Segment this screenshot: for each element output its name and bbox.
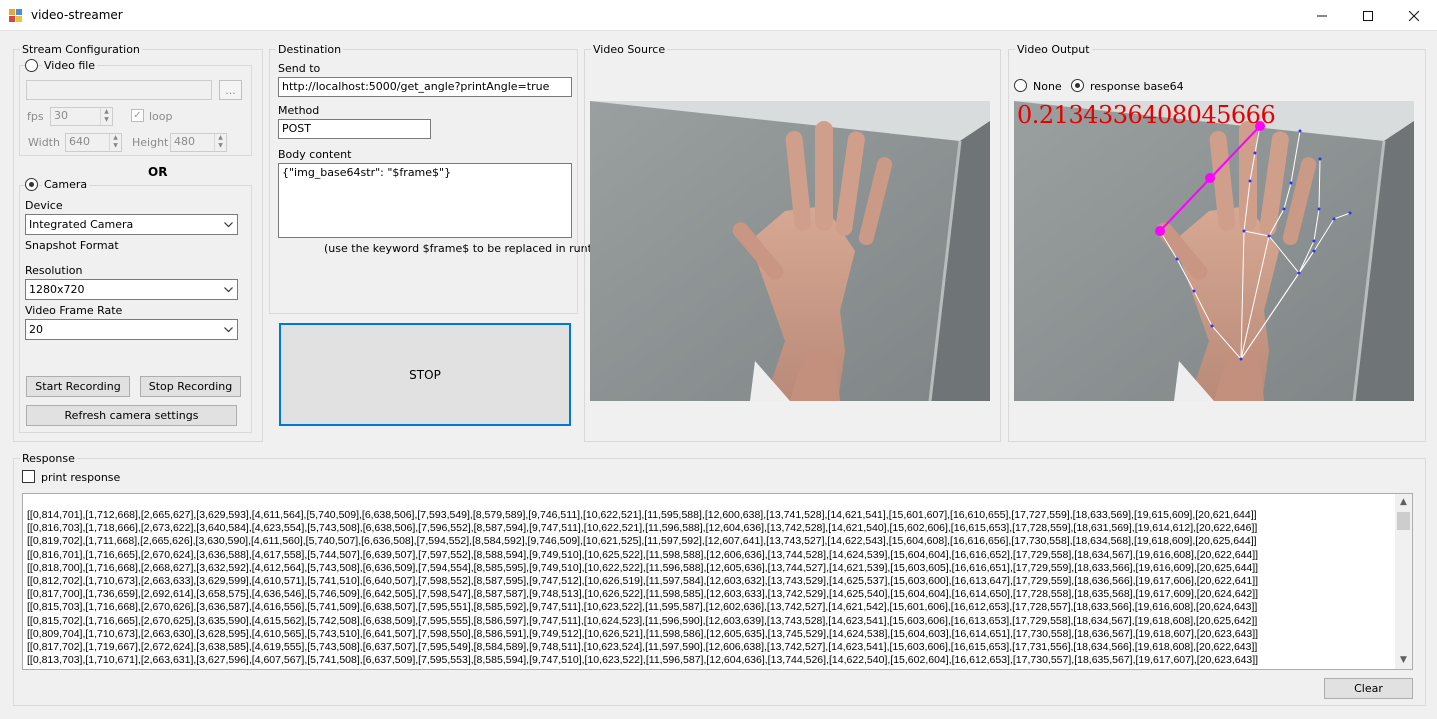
response-line: [[0,815,703],[1,716,668],[2,670,626],[3,…	[27, 601, 1258, 614]
device-label: Device	[25, 199, 63, 212]
minimize-button[interactable]	[1299, 0, 1345, 31]
snapshot-format-label: Snapshot Format	[25, 239, 119, 252]
angle-overlay-text: 0.2134336408045666	[1017, 101, 1276, 129]
width-spinner[interactable]: 640 ▲ ▼	[65, 133, 122, 152]
video-file-path-input[interactable]	[26, 80, 212, 100]
resolution-dropdown[interactable]: 1280x720	[25, 279, 238, 300]
minimize-icon	[1317, 15, 1327, 16]
print-response-label: print response	[41, 471, 121, 484]
width-spin-arrows-icon[interactable]: ▲ ▼	[109, 134, 121, 151]
height-spin-arrows-icon[interactable]: ▲ ▼	[214, 134, 226, 151]
loop-label: loop	[149, 110, 173, 123]
output-response-radio[interactable]	[1071, 79, 1084, 92]
response-line: [[0,812,702],[1,710,673],[2,663,633],[3,…	[27, 575, 1259, 588]
stop-recording-button[interactable]: Stop Recording	[140, 376, 241, 397]
maximize-icon	[1363, 10, 1373, 21]
camera-label: Camera	[42, 178, 90, 191]
width-label: Width	[28, 136, 60, 149]
frame-rate-dropdown[interactable]: 20	[25, 319, 238, 340]
response-lines: [[0,814,701],[1,712,668],[2,665,627],[3,…	[27, 509, 1397, 667]
resolution-label: Resolution	[25, 264, 83, 277]
video-source-frame	[590, 101, 990, 401]
response-line: [[0,809,704],[1,710,673],[2,663,630],[3,…	[27, 627, 1259, 640]
response-line: [[0,818,700],[1,716,668],[2,668,627],[3,…	[27, 561, 1259, 574]
output-none-radio[interactable]	[1014, 79, 1027, 92]
response-line: [[0,819,702],[1,711,668],[2,665,626],[3,…	[27, 535, 1257, 548]
print-response-checkbox[interactable]	[22, 470, 35, 483]
height-spinner[interactable]: 480 ▲ ▼	[170, 133, 227, 152]
maximize-button[interactable]	[1345, 0, 1391, 31]
output-none-label: None	[1033, 80, 1062, 93]
video-output-label: Video Output	[1015, 43, 1092, 56]
response-line: [[0,817,700],[1,736,659],[2,692,614],[3,…	[27, 588, 1259, 601]
width-value: 640	[69, 135, 90, 148]
close-button[interactable]	[1391, 0, 1437, 31]
chevron-down-icon	[224, 219, 233, 232]
fps-value: 30	[54, 109, 68, 122]
response-line: [[0,816,703],[1,718,666],[2,673,622],[3,…	[27, 522, 1258, 535]
response-label: Response	[20, 452, 77, 465]
method-input[interactable]: POST	[278, 119, 431, 139]
height-value: 480	[174, 135, 195, 148]
response-line: [[0,813,703],[1,710,671],[2,663,631],[3,…	[27, 654, 1259, 667]
title-bar: video-streamer	[0, 0, 1437, 31]
response-textarea[interactable]: [[0,814,701],[1,712,668],[2,665,627],[3,…	[22, 493, 1413, 670]
response-line: [[0,814,701],[1,712,668],[2,665,627],[3,…	[27, 509, 1257, 521]
close-icon	[1409, 10, 1419, 21]
destination-label: Destination	[276, 43, 344, 56]
video-file-label: Video file	[42, 59, 98, 72]
method-label: Method	[278, 104, 320, 117]
video-source-label: Video Source	[591, 43, 668, 56]
chevron-down-icon	[224, 324, 233, 337]
stop-button[interactable]: STOP	[279, 323, 571, 426]
refresh-camera-settings-button[interactable]: Refresh camera settings	[26, 405, 237, 426]
fps-spin-arrows-icon[interactable]: ▲ ▼	[100, 108, 112, 125]
resolution-value: 1280x720	[29, 283, 85, 296]
video-output-frame: 0.2134336408045666	[1014, 101, 1414, 401]
body-content-label: Body content	[278, 148, 352, 161]
browse-button[interactable]: ...	[219, 80, 242, 100]
frame-rate-value: 20	[29, 323, 43, 336]
clear-button[interactable]: Clear	[1324, 678, 1413, 699]
output-response-label: response base64	[1090, 80, 1184, 93]
device-dropdown[interactable]: Integrated Camera	[25, 214, 238, 235]
scroll-up-icon[interactable]: ▲	[1395, 494, 1412, 511]
scroll-down-icon[interactable]: ▼	[1395, 652, 1412, 669]
start-recording-button[interactable]: Start Recording	[26, 376, 130, 397]
app-icon	[9, 9, 23, 22]
fps-spinner[interactable]: 30 ▲ ▼	[50, 107, 113, 126]
response-line: [[0,817,702],[1,719,667],[2,672,624],[3,…	[27, 641, 1258, 654]
chevron-down-icon	[224, 284, 233, 297]
body-content-textarea[interactable]: {"img_base64str": "$frame$"}	[278, 163, 572, 238]
or-label: OR	[148, 165, 168, 179]
response-scrollbar[interactable]: ▲ ▼	[1395, 494, 1412, 669]
response-line: [[0,815,702],[1,716,665],[2,670,625],[3,…	[27, 614, 1258, 627]
frame-rate-label: Video Frame Rate	[25, 304, 123, 317]
window-title: video-streamer	[31, 8, 123, 22]
loop-checkbox[interactable]: ✓	[131, 109, 144, 122]
send-to-input[interactable]: http://localhost:5000/get_angle?printAng…	[278, 77, 572, 97]
send-to-label: Send to	[278, 62, 321, 75]
fps-label: fps	[27, 110, 44, 123]
height-label: Height	[132, 136, 169, 149]
video-file-radio[interactable]	[25, 59, 38, 72]
stream-configuration-label: Stream Configuration	[20, 43, 142, 56]
body-hint-label: (use the keyword $frame$ to be replaced …	[324, 242, 617, 255]
response-line: [[0,816,701],[1,716,665],[2,670,624],[3,…	[27, 548, 1259, 561]
device-value: Integrated Camera	[29, 218, 134, 231]
camera-radio[interactable]	[25, 178, 38, 191]
scrollbar-thumb[interactable]	[1397, 512, 1410, 530]
